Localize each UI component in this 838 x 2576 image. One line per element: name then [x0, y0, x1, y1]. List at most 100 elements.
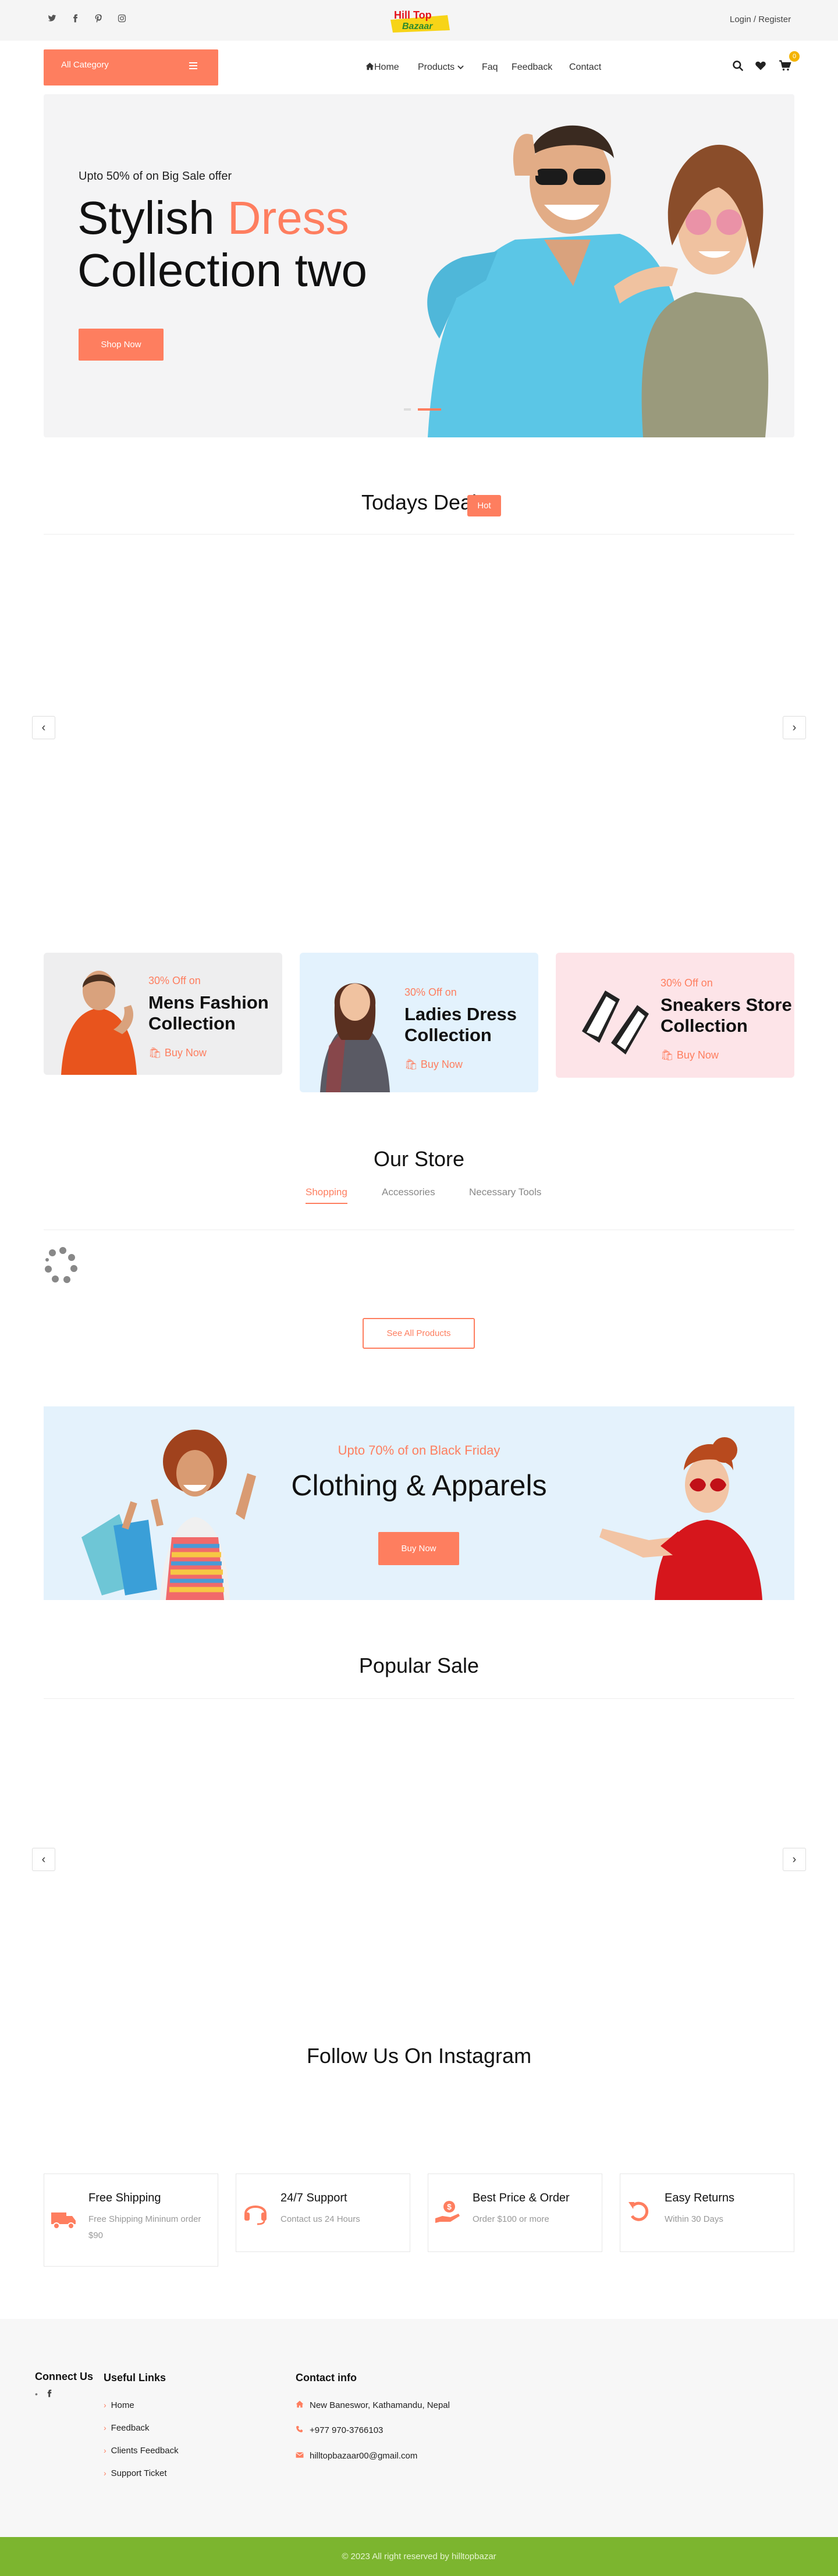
twitter-icon[interactable]: • [35, 2389, 38, 2399]
category-title: Sneakers Store Collection [661, 995, 792, 1036]
chevron-right-icon: › [104, 2446, 106, 2455]
hamburger-icon [189, 62, 197, 69]
all-category-label: All Category [61, 60, 109, 70]
svg-text:Bazaar: Bazaar [402, 22, 433, 31]
footer-link-label: Clients Feedback [111, 2446, 179, 2456]
tab-shopping[interactable]: Shopping [306, 1187, 347, 1204]
banner-buy-now-button[interactable]: Buy Now [378, 1532, 459, 1565]
hero-offer-text: Upto 50% of on Big Sale offer [79, 170, 232, 183]
our-store-title: Our Store [373, 1147, 465, 1171]
shopping-bag-icon: 🛍 [661, 1049, 674, 1061]
footer-link-home[interactable]: › Home [104, 2400, 134, 2410]
svg-text:Hill Top: Hill Top [394, 9, 432, 21]
shop-now-button[interactable]: Shop Now [79, 329, 164, 361]
banner-subtitle: Upto 70% of on Black Friday [338, 1443, 500, 1458]
category-title-line1: Sneakers Store [661, 995, 792, 1015]
feature-title: Easy Returns [665, 2192, 735, 2204]
nav-products[interactable]: Products [418, 62, 464, 73]
instagram-icon[interactable] [115, 14, 128, 27]
footer-link-support-ticket[interactable]: › Support Ticket [104, 2468, 167, 2478]
ladies-dress-image [320, 983, 390, 1092]
mens-fashion-image [61, 971, 137, 1075]
tab-accessories[interactable]: Accessories [382, 1187, 435, 1198]
deal-prev-button[interactable]: ‹ [32, 716, 55, 739]
feature-title: Best Price & Order [473, 2192, 570, 2204]
footer-link-label: Support Ticket [111, 2468, 167, 2478]
category-buy-label: Buy Now [676, 1049, 719, 1061]
hand-dollar-icon: $ [435, 2201, 460, 2223]
cart-icon[interactable] [779, 60, 793, 74]
footer-phone: +977 970-3766103 [296, 2425, 383, 2435]
footer-useful-links-heading: Useful Links [104, 2372, 166, 2383]
black-friday-banner [44, 1406, 794, 1600]
feature-desc: Contact us 24 Hours [280, 2214, 360, 2224]
site-logo[interactable]: Hill Top Bazaar [387, 7, 452, 34]
popular-prev-button[interactable]: ‹ [32, 1848, 55, 1871]
category-title-line2: Collection [661, 1016, 748, 1036]
category-title: Ladies Dress Collection [404, 1004, 517, 1046]
category-card-ladies[interactable]: 30% Off on Ladies Dress Collection 🛍 Buy… [300, 953, 538, 1092]
category-title-line1: Ladies Dress [404, 1004, 517, 1024]
category-title-line1: Mens Fashion [148, 992, 269, 1013]
feature-support: 24/7 Support Contact us 24 Hours [236, 2174, 410, 2252]
facebook-icon[interactable] [47, 2389, 52, 2400]
envelope-icon [296, 2451, 310, 2461]
footer-phone-text[interactable]: +977 970-3766103 [310, 2425, 383, 2435]
popular-sale-title: Popular Sale [358, 1654, 480, 1677]
footer-address: New Baneswor, Kathamandu, Nepal [296, 2400, 450, 2410]
login-register-link[interactable]: Login / Register [730, 15, 791, 24]
category-card-mens[interactable]: 30% Off on Mens Fashion Collection 🛍 Buy… [44, 953, 282, 1075]
heart-icon[interactable] [755, 60, 769, 74]
chevron-right-icon: › [104, 2423, 106, 2432]
return-icon [628, 2201, 649, 2221]
headset-icon [244, 2206, 267, 2225]
deal-next-button[interactable]: › [783, 716, 806, 739]
pinterest-icon[interactable] [92, 14, 105, 27]
footer-email: hilltopbazaar00@gmail.com [296, 2451, 417, 2461]
feature-desc: Within 30 Days [665, 2214, 723, 2224]
nav-faq[interactable]: Faq [482, 62, 498, 73]
tab-necessary-tools[interactable]: Necessary Tools [469, 1187, 541, 1198]
copyright-bar: © 2023 All right reserved by hilltopbaza… [0, 2537, 838, 2576]
category-card-sneakers[interactable]: 30% Off on Sneakers Store Collection 🛍 B… [556, 953, 794, 1078]
footer-link-feedback[interactable]: › Feedback [104, 2423, 150, 2433]
feature-free-shipping: Free Shipping Free Shipping Mininum orde… [44, 2174, 218, 2267]
feature-best-price: $ Best Price & Order Order $100 or more [428, 2174, 602, 2252]
hot-badge: Hot [467, 495, 501, 516]
footer-contact-heading: Contact info [296, 2372, 357, 2383]
feature-title: Free Shipping [88, 2192, 161, 2204]
popular-next-button[interactable]: › [783, 1848, 806, 1871]
see-all-products-button[interactable]: See All Products [363, 1318, 475, 1349]
banner-title: Clothing & Apparels [291, 1469, 547, 1502]
feature-title: 24/7 Support [280, 2192, 347, 2204]
category-buy-now[interactable]: 🛍 Buy Now [661, 1049, 719, 1061]
footer-email-text[interactable]: hilltopbazaar00@gmail.com [310, 2451, 417, 2461]
hero-title-accent: Dress [227, 192, 349, 244]
nav-contact[interactable]: Contact [569, 62, 601, 73]
slider-dot[interactable] [404, 408, 411, 411]
shopping-bag-icon: 🛍 [404, 1059, 418, 1070]
feature-easy-returns: Easy Returns Within 30 Days [620, 2174, 794, 2252]
feature-desc: Free Shipping Mininum order $90 [88, 2214, 201, 2240]
home-icon [296, 2400, 310, 2410]
search-icon[interactable] [732, 60, 746, 74]
sneakers-image [582, 991, 649, 1054]
nav-home-label: Home [374, 62, 399, 72]
footer-link-clients-feedback[interactable]: › Clients Feedback [104, 2446, 179, 2456]
svg-text:$: $ [447, 2202, 452, 2211]
slider-dot-active[interactable] [418, 408, 441, 411]
footer-link-label: Feedback [111, 2423, 150, 2433]
todays-deal-title: Todays Deal [361, 490, 477, 514]
facebook-icon[interactable] [69, 14, 81, 27]
hero-couple-image [427, 125, 769, 437]
category-discount: 30% Off on [404, 986, 457, 998]
feature-desc: Order $100 or more [473, 2214, 549, 2224]
nav-home[interactable]: Home [365, 62, 399, 73]
nav-feedback[interactable]: Feedback [512, 62, 552, 73]
twitter-icon[interactable] [45, 14, 58, 27]
footer-address-text: New Baneswor, Kathamandu, Nepal [310, 2400, 450, 2410]
phone-icon [296, 2425, 310, 2435]
category-buy-now[interactable]: 🛍 Buy Now [148, 1047, 207, 1059]
category-buy-now[interactable]: 🛍 Buy Now [404, 1059, 463, 1071]
all-category-button[interactable]: All Category [44, 49, 218, 85]
